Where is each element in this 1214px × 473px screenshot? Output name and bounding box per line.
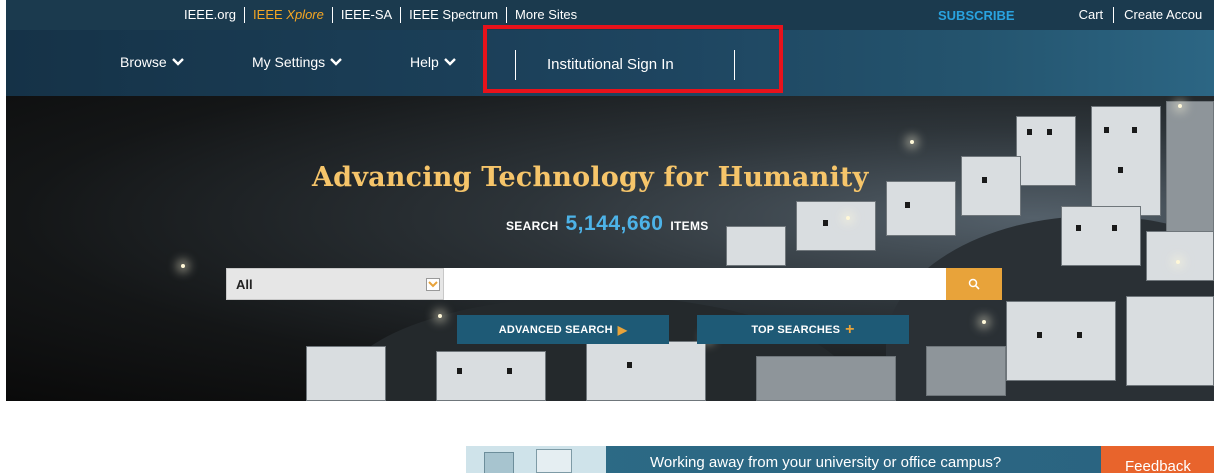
search-icon — [968, 278, 980, 290]
nav-help-label: Help — [410, 54, 439, 70]
link-more-sites[interactable]: More Sites — [507, 7, 585, 23]
village-light — [1176, 260, 1180, 264]
search-scope-select[interactable]: All — [226, 268, 444, 300]
village-building — [1146, 231, 1214, 281]
village-building — [726, 226, 786, 266]
search-count-number: 5,144,660 — [565, 212, 664, 235]
village-light — [181, 264, 185, 268]
advanced-search-label: ADVANCED SEARCH — [498, 323, 613, 336]
village-building — [1091, 106, 1161, 216]
village-building — [1061, 206, 1141, 266]
top-searches-label: TOP SEARCHES — [751, 323, 841, 336]
village-building — [1006, 301, 1116, 381]
nav-help[interactable]: Help — [410, 54, 456, 70]
link-ieee-spectrum[interactable]: IEEE Spectrum — [401, 7, 508, 23]
village-building — [756, 356, 896, 401]
village-building — [961, 156, 1021, 216]
banner-illustration — [466, 446, 606, 473]
nav-my-settings-label: My Settings — [252, 54, 326, 70]
nav-browse-label: Browse — [120, 54, 167, 70]
caret-right-icon: ▶ — [617, 322, 628, 337]
subscribe-link[interactable]: SUBSCRIBE — [938, 8, 1015, 23]
chevron-down-icon — [443, 58, 456, 66]
top-searches-button[interactable]: TOP SEARCHES + — [697, 315, 909, 344]
village-light — [1178, 104, 1182, 108]
chevron-down-icon — [171, 58, 184, 66]
dropdown-arrow-icon[interactable] — [426, 278, 440, 291]
link-ieee-xplore-italic: Xplore — [286, 7, 324, 22]
link-ieee-sa[interactable]: IEEE-SA — [333, 7, 402, 23]
village-building — [796, 201, 876, 251]
search-count-label: SEARCH — [506, 219, 559, 233]
village-building — [1016, 116, 1076, 186]
search-input[interactable] — [444, 268, 946, 300]
link-ieee-xplore[interactable]: IEEE Xplore — [245, 7, 333, 23]
plus-icon: + — [845, 320, 855, 338]
link-ieee-xplore-prefix: IEEE — [253, 7, 287, 22]
illustration-shape — [536, 449, 572, 473]
search-count-items: ITEMS — [670, 219, 709, 233]
village-light — [846, 216, 850, 220]
search-button[interactable] — [946, 268, 1002, 300]
feedback-button[interactable]: Feedback — [1101, 446, 1214, 473]
search-count: SEARCH 5,144,660 ITEMS — [506, 212, 709, 236]
nav-my-settings[interactable]: My Settings — [252, 54, 342, 70]
village-building — [926, 346, 1006, 396]
chevron-down-icon — [428, 281, 438, 288]
search-bar: All — [226, 268, 1002, 300]
village-building — [1166, 101, 1214, 251]
site-links: IEEE.org IEEE Xplore IEEE-SA IEEE Spectr… — [184, 7, 585, 23]
search-scope-value: All — [236, 276, 253, 292]
create-account-link[interactable]: Create Accou — [1114, 7, 1212, 23]
village-building — [436, 351, 546, 401]
village-building — [586, 341, 706, 401]
link-ieee-org[interactable]: IEEE.org — [184, 7, 246, 23]
chevron-down-icon — [330, 58, 342, 66]
advanced-search-button[interactable]: ADVANCED SEARCH ▶ — [457, 315, 669, 344]
village-building — [1126, 296, 1214, 386]
highlight-annotation-box — [483, 25, 783, 93]
cart-link[interactable]: Cart — [1069, 7, 1115, 23]
hero-title: Advancing Technology for Humanity — [312, 162, 869, 193]
illustration-shape — [484, 452, 514, 473]
banner-text: Working away from your university or off… — [650, 454, 1002, 471]
nav-browse[interactable]: Browse — [120, 54, 184, 70]
village-building — [306, 346, 386, 401]
village-light — [910, 140, 914, 144]
village-light — [438, 314, 442, 318]
village-light — [982, 320, 986, 324]
hero-banner: Advancing Technology for Humanity SEARCH… — [6, 96, 1214, 401]
account-links: SUBSCRIBE Cart Create Accou — [938, 7, 1212, 23]
